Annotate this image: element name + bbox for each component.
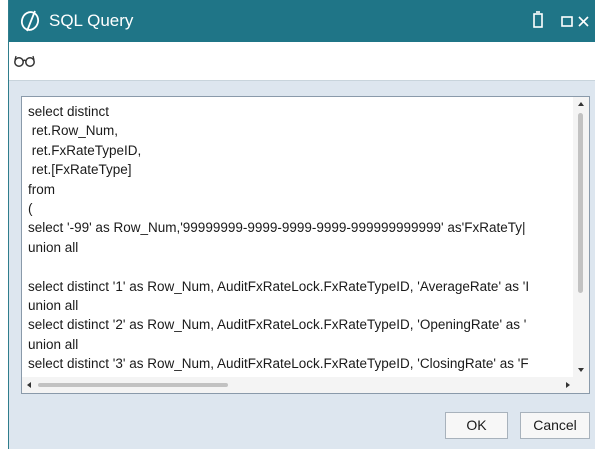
cancel-button[interactable]: Cancel bbox=[520, 412, 590, 439]
horizontal-scrollbar[interactable] bbox=[22, 377, 575, 393]
glasses-icon[interactable] bbox=[13, 54, 37, 68]
window-title: SQL Query bbox=[49, 11, 134, 30]
scroll-down-arrow-icon[interactable] bbox=[578, 368, 584, 372]
code-line: union all bbox=[28, 336, 79, 352]
code-line: ret.Row_Num, bbox=[28, 123, 119, 139]
sql-query-dialog: SQL Query select distinct ret.Row_Num, r… bbox=[8, 0, 595, 449]
code-line: ret.FxRateTypeID, bbox=[28, 142, 142, 158]
scroll-left-arrow-icon[interactable] bbox=[27, 382, 31, 388]
scroll-up-arrow-icon[interactable] bbox=[578, 102, 584, 106]
toolbar bbox=[9, 42, 595, 81]
horizontal-scroll-thumb[interactable] bbox=[38, 383, 228, 387]
code-line: select distinct '2' as Row_Num, AuditFxR… bbox=[28, 317, 527, 333]
vertical-scroll-thumb[interactable] bbox=[578, 113, 583, 293]
code-line: ( bbox=[28, 201, 33, 216]
code-line: select '-99' as Row_Num,'99999999-9999-9… bbox=[28, 220, 526, 236]
scroll-right-arrow-icon[interactable] bbox=[566, 382, 570, 388]
vertical-scrollbar[interactable] bbox=[573, 97, 589, 377]
code-line: from bbox=[28, 181, 55, 197]
code-line: select distinct '3' as Row_Num, AuditFxR… bbox=[28, 356, 529, 372]
code-line: select distinct '1' as Row_Num, AuditFxR… bbox=[28, 278, 530, 294]
code-line: ret.[FxRateType] bbox=[28, 162, 132, 178]
title-bar[interactable]: SQL Query bbox=[9, 0, 595, 42]
code-line: union all bbox=[28, 298, 79, 313]
code-line: select distinct bbox=[28, 104, 110, 119]
code-area[interactable]: select distinct ret.Row_Num, ret.FxRateT… bbox=[22, 97, 575, 377]
code-line: union all bbox=[28, 239, 79, 255]
close-icon[interactable] bbox=[574, 10, 594, 32]
pin-icon[interactable] bbox=[528, 10, 548, 32]
dialog-content: select distinct ret.Row_Num, ret.FxRateT… bbox=[9, 81, 595, 449]
ok-button[interactable]: OK bbox=[445, 412, 508, 439]
sql-editor[interactable]: select distinct ret.Row_Num, ret.FxRateT… bbox=[21, 96, 590, 394]
scrollbar-corner bbox=[573, 377, 589, 393]
app-logo-icon bbox=[20, 10, 40, 32]
